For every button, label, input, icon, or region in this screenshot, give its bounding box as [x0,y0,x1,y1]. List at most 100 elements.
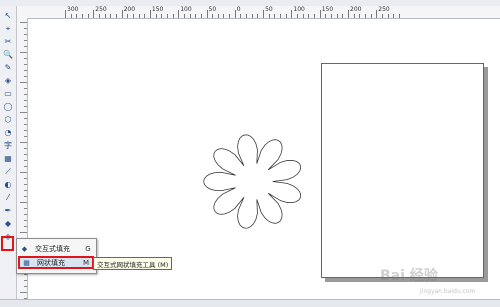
ruler-minor-tick [308,14,310,18]
document-page[interactable] [321,63,484,278]
ruler-label: 300 [67,6,79,13]
ruler-tick [24,280,27,281]
polygon-tool-icon[interactable]: ⬡ [2,114,14,125]
ruler-minor-tick [115,14,117,18]
ruler-label: 150 [151,6,164,13]
ruler-tick [20,232,27,233]
flyout-item-label: 网状填充 [37,258,65,267]
interactive-fill-icon: ◆ [21,244,28,253]
ruler-minor-tick [161,14,163,18]
ruler-minor-tick [381,14,383,18]
ruler-tick [20,172,27,173]
ruler-tick [24,100,27,101]
ruler-tick [24,118,27,119]
blend-tool-icon[interactable]: ◐ [2,179,14,190]
mesh-fill-icon: ▦ [23,258,30,267]
ruler-minor-tick [359,14,361,18]
ruler-minor-tick [166,14,168,18]
ruler-tick [24,64,27,65]
ruler-major-tick [291,10,293,18]
ruler-tick [24,154,27,155]
ruler-tick [24,130,27,131]
pick-tool-icon[interactable]: ↖ [2,10,14,21]
smart-fill-tool-icon[interactable]: ◈ [2,75,14,86]
watermark-url: jingyan.baidu.com [420,288,476,295]
rectangle-tool-icon[interactable]: ▭ [2,88,14,99]
freehand-tool-icon[interactable]: ✎ [2,62,14,73]
ruler-tick [24,58,27,59]
ruler-minor-tick [155,14,157,18]
ruler-label: 200 [350,6,362,13]
ruler-tick [20,202,27,203]
ruler-tick [20,22,27,23]
watermark-logo: Bai 经验 [380,268,438,284]
flyout-item-shortcut: M [82,258,90,267]
ruler-tick [24,178,27,179]
toolbox: ↖ ⌖ ✂ 🔍 ✎ ◈ ▭ ◯ ⬡ ◔ 字 ▦ ⟋ ◐ ⁄ ✒ ◆ ◈ [0,6,17,306]
ruler-tick [24,166,27,167]
ruler-tick [24,106,27,107]
ruler-minor-tick [274,14,276,18]
crop-tool-icon[interactable]: ✂ [2,36,14,47]
ruler-tick [24,286,27,287]
ruler-label: 100 [293,6,305,13]
ruler-tick [24,40,27,41]
text-tool-icon[interactable]: 字 [2,140,14,151]
fill-tool-icon[interactable]: ◆ [2,218,14,229]
ruler-minor-tick [342,14,344,18]
ruler-minor-tick [104,14,106,18]
ruler-major-tick [93,10,95,18]
ruler-tick [20,82,27,83]
tooltip: 交互式网状填充工具 (M) [93,257,173,270]
ruler-tick [24,124,27,125]
ruler-minor-tick [268,14,270,18]
ruler-tick [24,226,27,227]
ruler-major-tick [149,10,151,18]
shape-tool-icon[interactable]: ⌖ [2,23,14,34]
ruler-minor-tick [297,14,299,18]
ruler-minor-tick [217,14,219,18]
ruler-tick [24,88,27,89]
ruler-minor-tick [331,14,333,18]
zoom-tool-icon[interactable]: 🔍 [2,49,14,60]
outline-pen-tool-icon[interactable]: ✒ [2,205,14,216]
ruler-minor-tick [195,14,197,18]
ruler-minor-tick [98,14,100,18]
flower-outline[interactable] [203,134,302,229]
ellipse-tool-icon[interactable]: ◯ [2,101,14,112]
ruler-tick [24,184,27,185]
ruler-major-tick [121,10,123,18]
ruler-tick [24,76,27,77]
ruler-minor-tick [144,14,146,18]
ruler-tick [24,46,27,47]
flyout-item-mesh-fill[interactable]: ▦ 网状填充 M [18,256,94,269]
ruler-tick [24,70,27,71]
ruler-tick [24,34,27,35]
ruler-minor-tick [325,14,327,18]
ruler-tick [24,136,27,137]
ruler-minor-tick [183,14,185,18]
dimension-tool-icon[interactable]: ⟋ [2,166,14,177]
ruler-major-tick [376,10,378,18]
horizontal-ruler[interactable]: 300 250 200 150 100 50 0 50 100 150 200 250 [27,6,500,19]
ruler-tick [24,220,27,221]
ruler-label: 250 [95,6,107,13]
ruler-tick [24,196,27,197]
flower-shape[interactable] [196,124,311,239]
flyout-item-interactive-fill[interactable]: ◆ 交互式填充 G [18,242,94,255]
eyedropper-tool-icon[interactable]: ⁄ [2,192,14,203]
ruler-label: 50 [208,6,217,13]
ruler-major-tick [234,10,236,18]
ruler-minor-tick [127,14,129,18]
ruler-minor-tick [200,14,202,18]
ruler-minor-tick [285,14,287,18]
flyout-item-shortcut: G [85,244,91,253]
ruler-tick [24,94,27,95]
ruler-label: 100 [180,6,192,13]
ruler-minor-tick [240,14,242,18]
ruler-minor-tick [76,14,78,18]
table-tool-icon[interactable]: ▦ [2,153,14,164]
flyout-item-label: 交互式填充 [35,244,70,253]
basic-shapes-tool-icon[interactable]: ◔ [2,127,14,138]
ruler-tick [24,160,27,161]
